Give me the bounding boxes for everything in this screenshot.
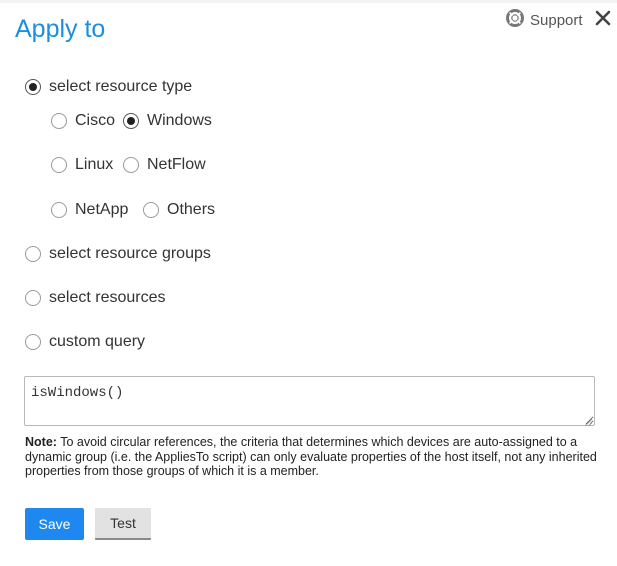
radio-type-netflow[interactable]: NetFlow (123, 156, 206, 174)
note-body: To avoid circular references, the criter… (25, 435, 597, 478)
radio-button[interactable] (25, 79, 41, 95)
note-prefix: Note: (25, 435, 57, 449)
radio-select-resource-groups[interactable]: select resource groups (25, 245, 211, 263)
radio-label: Windows (147, 112, 212, 129)
radio-label: select resources (49, 289, 166, 306)
radio-type-others[interactable]: Others (143, 201, 215, 219)
dialog-title: Apply to (15, 15, 106, 43)
radio-type-netapp[interactable]: NetApp (51, 201, 128, 219)
top-strip (0, 0, 617, 3)
test-button[interactable]: Test (95, 508, 151, 540)
radio-button[interactable] (51, 113, 67, 129)
radio-button[interactable] (25, 334, 41, 350)
radio-label: select resource groups (49, 245, 211, 262)
radio-button[interactable] (123, 157, 139, 173)
note-text: Note: To avoid circular references, the … (25, 435, 600, 479)
radio-label: Linux (75, 156, 114, 173)
support-label: Support (530, 12, 583, 29)
save-button[interactable]: Save (25, 508, 84, 540)
radio-label: select resource type (49, 78, 193, 95)
radio-label: Others (167, 201, 216, 218)
radio-button[interactable] (25, 246, 41, 262)
resize-grip-icon[interactable] (583, 414, 593, 427)
radio-type-linux[interactable]: Linux (51, 156, 113, 174)
radio-type-cisco[interactable]: Cisco (51, 112, 115, 130)
radio-label: NetFlow (147, 156, 206, 173)
radio-custom-query[interactable]: custom query (25, 333, 145, 351)
close-button[interactable] (593, 8, 613, 28)
radio-button[interactable] (51, 202, 67, 218)
radio-label: Cisco (75, 112, 116, 129)
radio-button[interactable] (143, 202, 159, 218)
radio-label: NetApp (75, 201, 129, 218)
radio-button[interactable] (51, 157, 67, 173)
radio-button[interactable] (123, 113, 139, 129)
radio-select-resource-type[interactable]: select resource type (25, 78, 192, 96)
radio-type-windows[interactable]: Windows (123, 112, 212, 130)
radio-button[interactable] (25, 290, 41, 306)
applies-to-query-input[interactable]: isWindows() (24, 376, 595, 426)
radio-select-resources[interactable]: select resources (25, 289, 166, 307)
support-link[interactable]: Support (506, 9, 583, 32)
close-icon (593, 10, 613, 32)
lifebuoy-icon (506, 9, 524, 32)
radio-label: custom query (49, 333, 146, 350)
